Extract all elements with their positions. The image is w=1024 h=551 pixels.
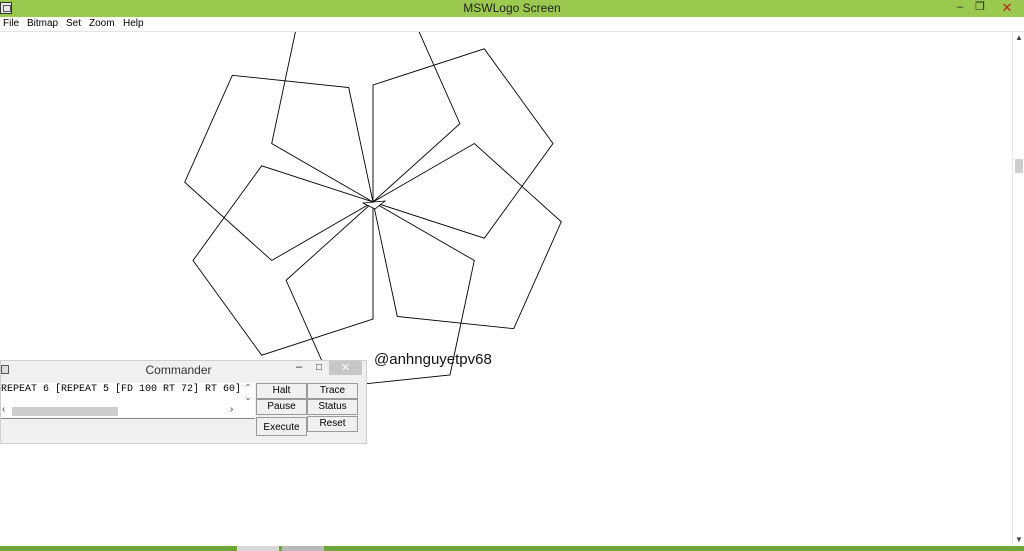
vertical-scrollbar[interactable]: ▲ ▼ <box>1012 32 1024 546</box>
menu-bar: File Bitmap Set Zoom Help <box>0 17 1024 32</box>
menu-help[interactable]: Help <box>123 18 144 29</box>
commander-title: Commander <box>145 363 212 377</box>
scroll-left-icon[interactable]: ‹ <box>2 404 12 415</box>
input-scroll-down-icon[interactable]: ⌄ <box>242 393 254 403</box>
status-button[interactable]: Status <box>307 399 358 415</box>
minimize-button[interactable]: – <box>950 0 970 17</box>
taskbar-app-button-active[interactable] <box>282 546 324 551</box>
commander-minimize-button[interactable]: – <box>293 361 305 376</box>
command-input-text[interactable]: REPEAT 6 [REPEAT 5 [FD 100 RT 72] RT 60] <box>1 384 241 395</box>
pentagon <box>192 165 374 356</box>
taskbar <box>0 546 1024 551</box>
turtle-drawing <box>184 16 562 388</box>
input-horizontal-scrollbar[interactable]: ‹ › <box>1 404 242 418</box>
commander-app-icon <box>1 365 9 374</box>
menu-set[interactable]: Set <box>66 18 81 29</box>
pentagon-flower <box>184 16 562 388</box>
restore-button[interactable]: ❐ <box>970 0 990 17</box>
pause-button[interactable]: Pause <box>256 399 307 415</box>
commander-close-button[interactable]: ✕ <box>329 361 362 375</box>
close-button[interactable]: ✕ <box>990 0 1024 17</box>
menu-bitmap[interactable]: Bitmap <box>27 18 58 29</box>
watermark-text: @anhnguyetpv68 <box>374 351 492 368</box>
commander-title-bar[interactable]: Commander – □ ✕ <box>1 361 366 378</box>
scroll-thumb[interactable] <box>1015 159 1023 173</box>
command-input[interactable]: REPEAT 6 [REPEAT 5 [FD 100 RT 72] RT 60]… <box>1 383 255 419</box>
commander-maximize-button[interactable]: □ <box>312 361 326 376</box>
input-scroll-thumb[interactable] <box>12 407 118 416</box>
halt-button[interactable]: Halt <box>256 383 307 399</box>
drawing-canvas[interactable] <box>0 16 1012 546</box>
menu-zoom[interactable]: Zoom <box>89 18 115 29</box>
menu-file[interactable]: File <box>3 18 19 29</box>
title-bar: MSWLogo Screen – ❐ ✕ <box>0 0 1024 17</box>
pentagon <box>372 48 554 239</box>
scroll-right-icon[interactable]: › <box>230 404 240 415</box>
pentagon <box>271 16 461 203</box>
window-title: MSWLogo Screen <box>463 1 561 15</box>
execute-button[interactable]: Execute <box>256 417 307 436</box>
taskbar-app-button[interactable] <box>237 546 279 551</box>
trace-button[interactable]: Trace <box>307 383 358 399</box>
commander-window: Commander – □ ✕ REPEAT 6 [REPEAT 5 [FD 1… <box>0 360 367 444</box>
input-scroll-up-icon[interactable]: ⌃ <box>242 383 254 393</box>
scroll-up-icon[interactable]: ▲ <box>1013 32 1024 44</box>
scroll-down-icon[interactable]: ▼ <box>1013 534 1024 546</box>
reset-button[interactable]: Reset <box>307 416 358 432</box>
